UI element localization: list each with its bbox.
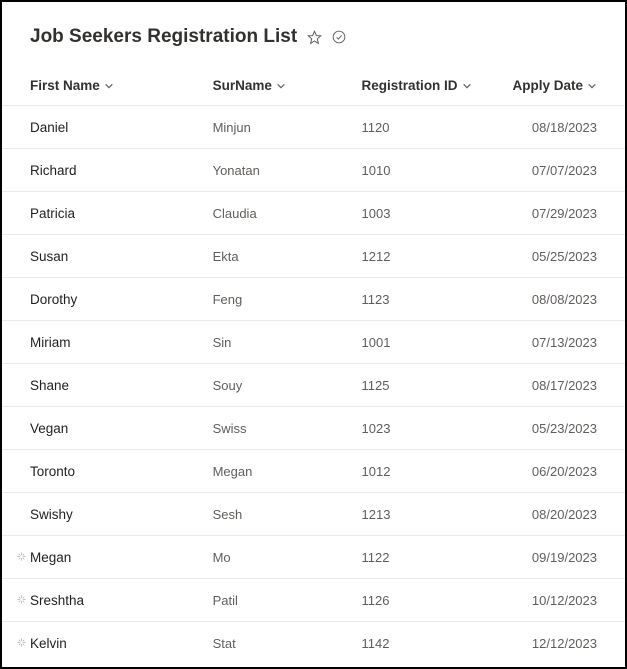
cell-firstname: Miriam <box>30 335 213 350</box>
cell-registrationid: 1213 <box>362 507 501 522</box>
new-item-sparkle-icon <box>16 594 27 605</box>
cell-surname: Mo <box>213 550 362 565</box>
chevron-down-icon <box>276 81 286 91</box>
table-row[interactable]: TorontoMegan101206/20/2023 <box>2 449 625 492</box>
cell-registrationid: 1142 <box>362 636 501 651</box>
registration-table: First Name SurName Registration ID Apply… <box>2 60 625 664</box>
cell-surname: Claudia <box>213 206 362 221</box>
cell-applydate: 07/13/2023 <box>501 335 597 350</box>
table-row[interactable]: RichardYonatan101007/07/2023 <box>2 148 625 191</box>
cell-firstname: Susan <box>30 249 213 264</box>
table-row[interactable]: KelvinStat114212/12/2023 <box>2 621 625 664</box>
cell-firstname: Patricia <box>30 206 213 221</box>
cell-surname: Feng <box>213 292 362 307</box>
cell-firstname: Toronto <box>30 464 213 479</box>
cell-firstname: Daniel <box>30 120 213 135</box>
cell-applydate: 08/18/2023 <box>501 120 597 135</box>
column-label: Registration ID <box>362 78 458 93</box>
cell-registrationid: 1120 <box>362 120 501 135</box>
cell-surname: Sin <box>213 335 362 350</box>
cell-surname: Minjun <box>213 120 362 135</box>
cell-registrationid: 1010 <box>362 163 501 178</box>
page-title: Job Seekers Registration List <box>30 26 297 48</box>
table-row[interactable]: MiriamSin100107/13/2023 <box>2 320 625 363</box>
cell-surname: Swiss <box>213 421 362 436</box>
table-row[interactable]: SusanEkta121205/25/2023 <box>2 234 625 277</box>
cell-firstname: Sreshtha <box>30 593 213 608</box>
cell-surname: Souy <box>213 378 362 393</box>
check-circle-icon[interactable] <box>332 30 346 44</box>
table-header-row: First Name SurName Registration ID Apply… <box>2 60 625 105</box>
table-row[interactable]: PatriciaClaudia100307/29/2023 <box>2 191 625 234</box>
column-label: First Name <box>30 78 100 93</box>
cell-applydate: 08/08/2023 <box>501 292 597 307</box>
cell-registrationid: 1001 <box>362 335 501 350</box>
cell-surname: Megan <box>213 464 362 479</box>
new-item-sparkle-icon <box>16 551 27 562</box>
table-row[interactable]: SreshthaPatil112610/12/2023 <box>2 578 625 621</box>
cell-registrationid: 1122 <box>362 550 501 565</box>
cell-applydate: 05/23/2023 <box>501 421 597 436</box>
cell-applydate: 08/17/2023 <box>501 378 597 393</box>
column-header-firstname[interactable]: First Name <box>30 60 213 105</box>
list-header: Job Seekers Registration List <box>2 2 625 60</box>
column-label: SurName <box>213 78 272 93</box>
cell-applydate: 08/20/2023 <box>501 507 597 522</box>
cell-firstname: Shane <box>30 378 213 393</box>
column-header-applydate[interactable]: Apply Date <box>501 60 597 105</box>
cell-applydate: 05/25/2023 <box>501 249 597 264</box>
cell-firstname: Megan <box>30 550 213 565</box>
cell-applydate: 09/19/2023 <box>501 550 597 565</box>
table-body: DanielMinjun112008/18/2023RichardYonatan… <box>2 105 625 664</box>
table-row[interactable]: DorothyFeng112308/08/2023 <box>2 277 625 320</box>
chevron-down-icon <box>587 81 597 91</box>
cell-surname: Patil <box>213 593 362 608</box>
cell-applydate: 07/07/2023 <box>501 163 597 178</box>
table-row[interactable]: MeganMo112209/19/2023 <box>2 535 625 578</box>
cell-surname: Sesh <box>213 507 362 522</box>
table-row[interactable]: ShaneSouy112508/17/2023 <box>2 363 625 406</box>
cell-firstname: Richard <box>30 163 213 178</box>
cell-registrationid: 1123 <box>362 292 501 307</box>
chevron-down-icon <box>104 81 114 91</box>
favorite-star-icon[interactable] <box>307 30 322 45</box>
cell-surname: Ekta <box>213 249 362 264</box>
cell-applydate: 07/29/2023 <box>501 206 597 221</box>
cell-registrationid: 1023 <box>362 421 501 436</box>
cell-applydate: 10/12/2023 <box>501 593 597 608</box>
table-row[interactable]: DanielMinjun112008/18/2023 <box>2 105 625 148</box>
new-item-sparkle-icon <box>16 637 27 648</box>
table-row[interactable]: SwishySesh121308/20/2023 <box>2 492 625 535</box>
cell-registrationid: 1003 <box>362 206 501 221</box>
column-header-registrationid[interactable]: Registration ID <box>362 60 501 105</box>
cell-firstname: Dorothy <box>30 292 213 307</box>
cell-firstname: Kelvin <box>30 636 213 651</box>
cell-surname: Stat <box>213 636 362 651</box>
cell-registrationid: 1212 <box>362 249 501 264</box>
cell-applydate: 12/12/2023 <box>501 636 597 651</box>
cell-firstname: Vegan <box>30 421 213 436</box>
table-row[interactable]: VeganSwiss102305/23/2023 <box>2 406 625 449</box>
column-header-surname[interactable]: SurName <box>213 60 362 105</box>
cell-registrationid: 1125 <box>362 378 501 393</box>
chevron-down-icon <box>462 81 472 91</box>
cell-applydate: 06/20/2023 <box>501 464 597 479</box>
cell-registrationid: 1126 <box>362 593 501 608</box>
cell-surname: Yonatan <box>213 163 362 178</box>
cell-registrationid: 1012 <box>362 464 501 479</box>
column-label: Apply Date <box>512 78 583 93</box>
cell-firstname: Swishy <box>30 507 213 522</box>
